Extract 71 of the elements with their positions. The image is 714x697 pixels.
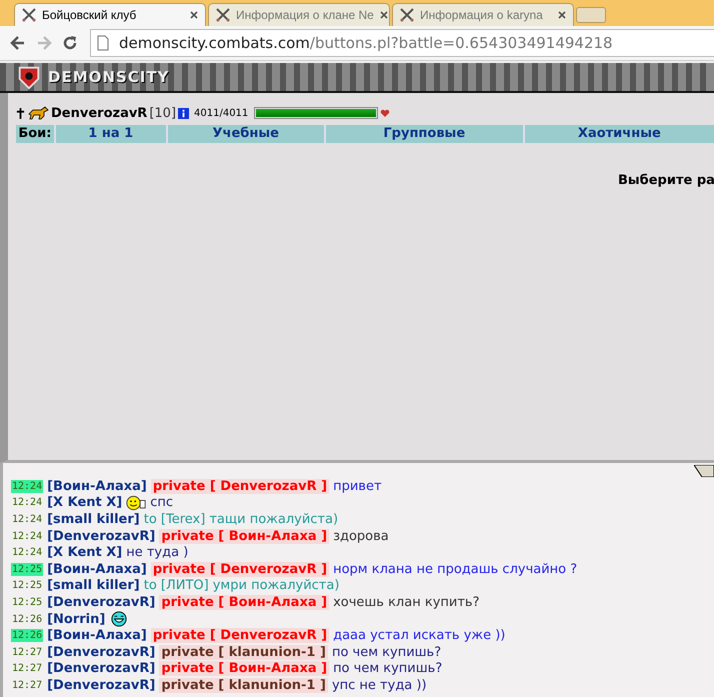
message-time[interactable]: 12:24 (11, 496, 44, 510)
message-text: упс не туда )) (332, 678, 427, 693)
thumbs-up-smiley-icon (126, 494, 146, 511)
site-logo: DEMONSCITY (48, 68, 170, 86)
battle-type-link[interactable]: Групповые (324, 125, 523, 143)
sender-nick[interactable]: [Воин-Алаха] (47, 478, 147, 494)
message-text: привет (333, 478, 382, 494)
browser-tab[interactable]: Информация о karyna (392, 3, 574, 26)
message-time[interactable]: 12:27 (11, 662, 44, 676)
info-icon[interactable] (178, 108, 190, 118)
sender-nick[interactable]: [X Kent X] (47, 545, 122, 560)
message-text: тащи пожалуйста) (209, 512, 338, 527)
corner-marker (694, 465, 714, 477)
message-text: спс (150, 495, 174, 510)
message-time[interactable]: 12:24 (11, 480, 44, 493)
message-time[interactable]: 12:26 (11, 629, 44, 642)
message-text: дааа устал искать уже )) (333, 628, 506, 644)
hp-reading: 4011/4011 (194, 108, 248, 118)
prompt-text: Выберите ра (618, 173, 714, 188)
sender-nick[interactable]: [DenverozavR] (47, 528, 156, 544)
address-field[interactable]: demonscity.combats.com/buttons.pl?battle=0.654303491494218 (90, 29, 714, 57)
player-name[interactable]: DenverozavR (51, 106, 148, 120)
crossed-swords-icon (215, 7, 231, 23)
tab-title: Информация о karyna (420, 8, 544, 22)
sender-nick[interactable]: [DenverozavR] (47, 678, 156, 693)
close-icon[interactable] (189, 10, 199, 20)
message-time[interactable]: 12:27 (11, 646, 44, 659)
sender-nick[interactable]: [DenverozavR] (47, 661, 156, 676)
horse-icon (27, 106, 49, 120)
sender-nick[interactable]: [Воин-Алаха] (47, 562, 147, 577)
sender-nick[interactable]: [small killer] (47, 578, 140, 594)
message-text: не туда ) (126, 545, 188, 560)
browser-tab[interactable]: Информация о клане Ne (208, 3, 390, 26)
crossed-swords-icon (21, 7, 37, 23)
heart-icon (380, 108, 390, 118)
sender-nick[interactable]: [Воин-Алаха] (47, 628, 147, 644)
player-level: [10] (149, 106, 176, 120)
tab-title: Информация о клане Ne (236, 8, 374, 22)
message-text: умри пожалуйста) (212, 578, 340, 594)
private-tag[interactable]: private [ klanunion-1 ] (159, 644, 328, 660)
crossed-swords-icon (399, 7, 415, 23)
message-time[interactable]: 12:24 (11, 512, 44, 526)
close-icon[interactable] (557, 10, 567, 20)
message-text: по чем купишь? (332, 644, 442, 660)
battle-type-link[interactable]: Хаотичные (522, 125, 714, 143)
message-time[interactable]: 12:25 (11, 596, 44, 609)
message-text: здорова (333, 528, 389, 544)
sender-nick[interactable]: [DenverozavR] (47, 644, 156, 660)
message-time[interactable]: 12:25 (11, 579, 44, 592)
message-time[interactable]: 12:25 (11, 562, 44, 576)
message-time[interactable]: 12:27 (11, 678, 44, 692)
browser-tab[interactable]: Бойцовский клуб (14, 3, 206, 26)
message-text: по чем купишь? (333, 661, 442, 676)
tab-title: Бойцовский клуб (42, 8, 138, 22)
message-time[interactable]: 12:24 (11, 546, 44, 560)
message-time[interactable]: 12:24 (11, 530, 44, 543)
message-text: хочешь клан купить? (333, 594, 480, 610)
sender-nick[interactable]: [X Kent X] (47, 495, 122, 510)
close-icon[interactable] (378, 10, 389, 20)
sender-nick[interactable]: [small killer] (47, 512, 140, 527)
cross-icon (16, 106, 25, 120)
private-tag[interactable]: private [ klanunion-1 ] (159, 678, 328, 693)
battles-label: Бои: (17, 125, 52, 143)
page-icon (97, 35, 109, 51)
message-text: норм клана не продашь случайно ? (333, 562, 578, 577)
battle-type-link[interactable]: 1 на 1 (54, 125, 166, 143)
sender-nick[interactable]: [Norrin] (47, 612, 106, 627)
sender-nick[interactable]: [DenverozavR] (47, 594, 156, 610)
message-time[interactable]: 12:26 (11, 612, 44, 626)
battle-type-link[interactable]: Учебные (166, 125, 324, 143)
laughing-smiley-icon (109, 611, 130, 628)
